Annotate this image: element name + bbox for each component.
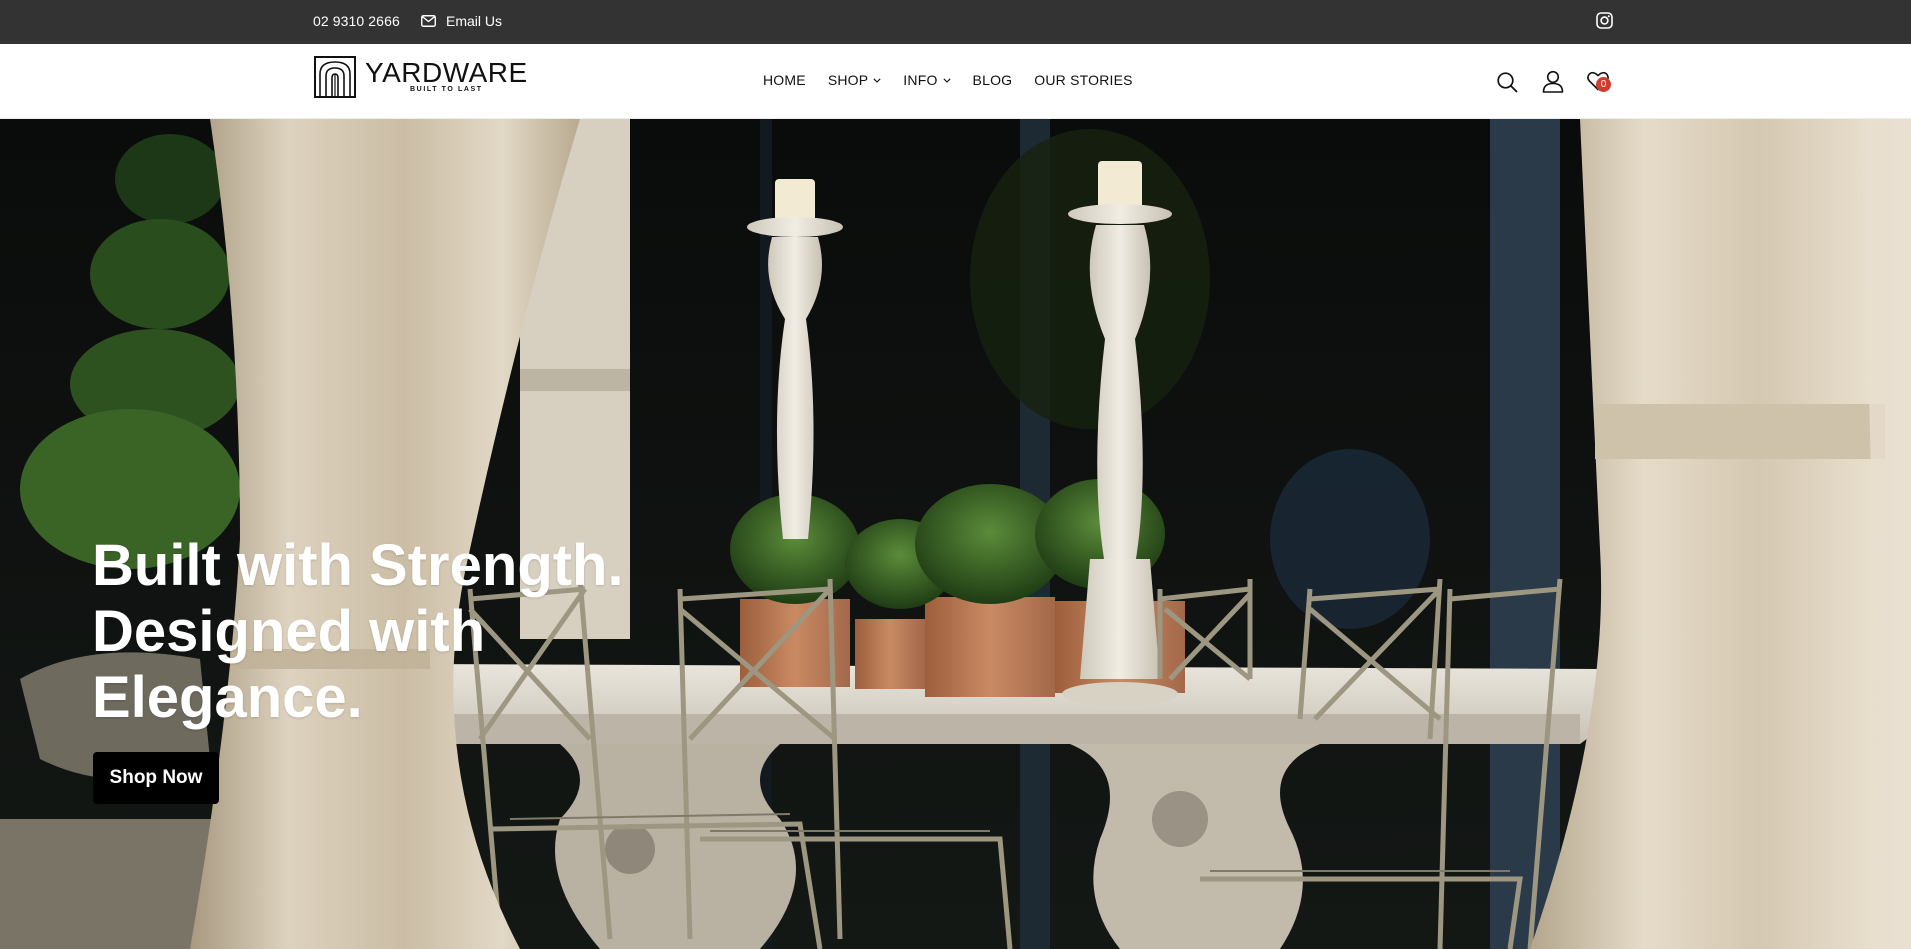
nav-our-stories[interactable]: OUR STORIES xyxy=(1034,72,1132,88)
nav-blog-label: BLOG xyxy=(972,72,1013,88)
account-icon[interactable] xyxy=(1542,70,1566,94)
email-us-link[interactable]: Email Us xyxy=(421,13,502,29)
nav-info[interactable]: INFO xyxy=(903,72,951,88)
hero-headline-line-3: Elegance. xyxy=(92,665,363,730)
instagram-icon[interactable] xyxy=(1596,12,1614,30)
nav-blog[interactable]: BLOG xyxy=(973,72,1013,88)
hero-banner: Built with Strength. Designed with Elega… xyxy=(0,119,1911,949)
phone-number[interactable]: 02 9310 2666 xyxy=(313,13,400,29)
nav-shop-label: SHOP xyxy=(827,72,869,88)
chevron-down-icon xyxy=(873,77,881,83)
nav-home[interactable]: HOME xyxy=(763,72,806,88)
hero-headline-line-1: Built with Strength. xyxy=(92,533,624,598)
shop-now-button[interactable]: Shop Now xyxy=(93,752,219,804)
hero-headline-line-2: Designed with xyxy=(92,599,486,664)
chevron-down-icon xyxy=(942,77,951,83)
wishlist-count-badge: 0 xyxy=(1596,77,1611,92)
yardware-logo-mark xyxy=(314,56,356,98)
nav-home-label: HOME xyxy=(763,72,806,88)
mail-icon xyxy=(421,15,436,27)
hero-headline: Built with Strength. Designed with Elega… xyxy=(92,533,712,731)
logo-tagline: BUILT TO LAST xyxy=(410,86,483,93)
email-us-label: Email Us xyxy=(446,13,503,29)
nav-our-stories-label: OUR STORIES xyxy=(1034,72,1133,88)
nav-info-label: INFO xyxy=(903,72,938,88)
site-header: YARDWARE BUILT TO LAST HOME SHOP INFO BL… xyxy=(0,44,1911,119)
site-logo[interactable]: YARDWARE BUILT TO LAST xyxy=(314,56,528,98)
search-icon[interactable] xyxy=(1496,71,1520,95)
nav-shop[interactable]: SHOP xyxy=(828,72,881,88)
main-navigation: HOME SHOP INFO BLOG OUR STORIES xyxy=(763,72,1155,88)
top-bar: 02 9310 2666 Email Us xyxy=(0,0,1911,44)
logo-wordmark: YARDWARE xyxy=(365,57,528,88)
